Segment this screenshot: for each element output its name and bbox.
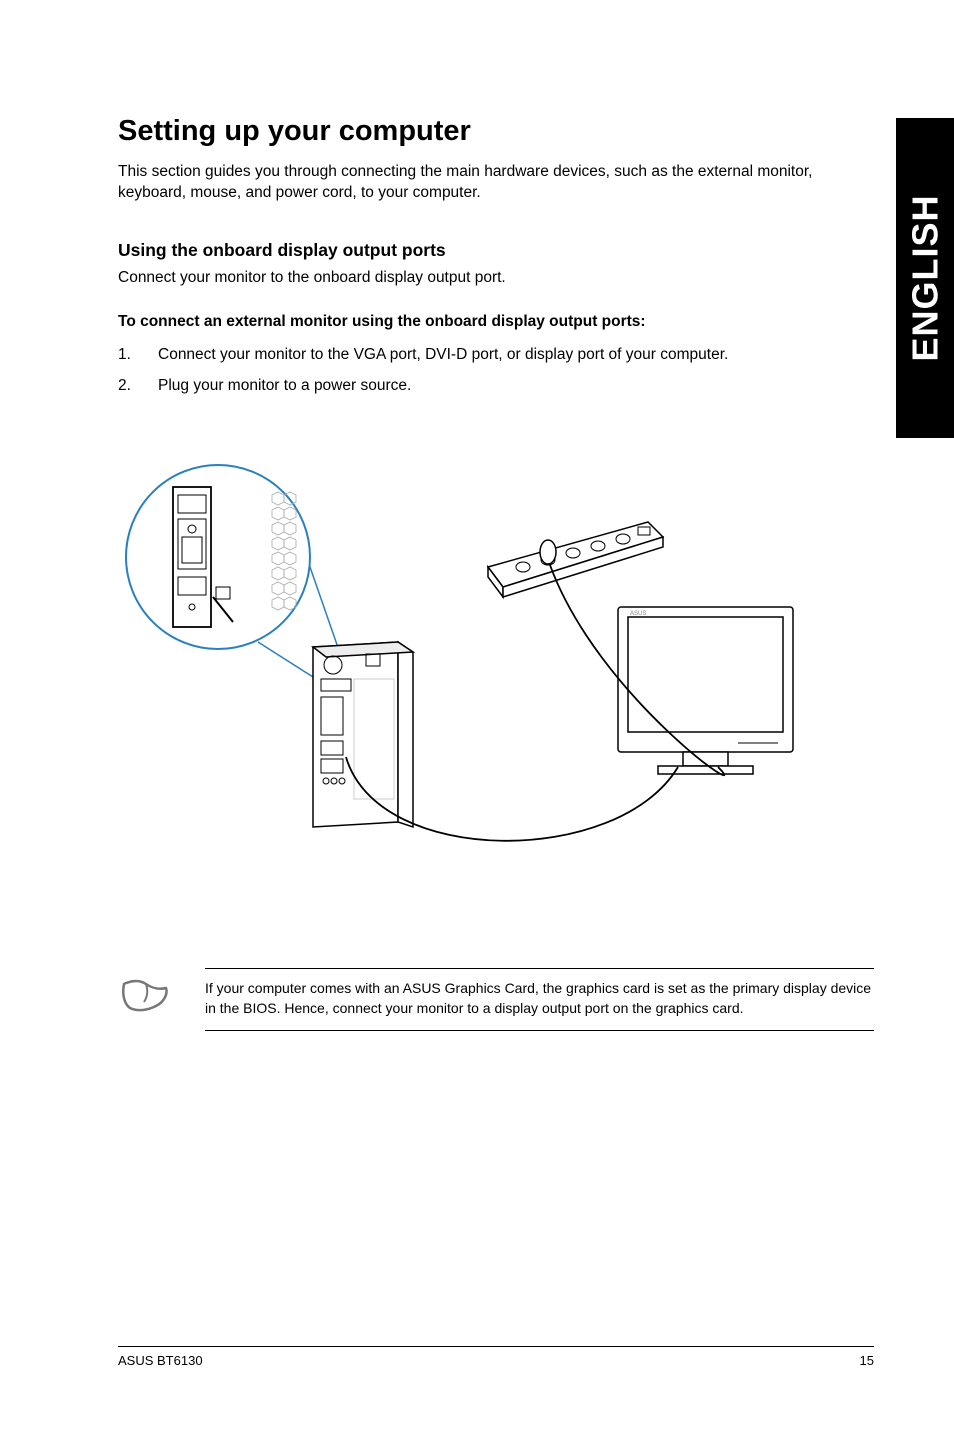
step-item: Plug your monitor to a power source. [118, 376, 874, 397]
section-heading: Using the onboard display output ports [118, 240, 874, 261]
page-footer: ASUS BT6130 15 [118, 1346, 874, 1368]
footer-product: ASUS BT6130 [118, 1353, 203, 1368]
intro-paragraph: This section guides you through connecti… [118, 162, 838, 204]
note-block: If your computer comes with an ASUS Grap… [118, 968, 874, 1031]
procedure-title: To connect an external monitor using the… [118, 313, 874, 331]
procedure-steps: Connect your monitor to the VGA port, DV… [118, 345, 874, 397]
page-title: Setting up your computer [118, 115, 874, 148]
note-text: If your computer comes with an ASUS Grap… [205, 968, 874, 1031]
svg-text:ASUS: ASUS [630, 611, 646, 617]
footer-page-number: 15 [860, 1353, 874, 1368]
connection-diagram: ASUS [118, 447, 798, 867]
step-item: Connect your monitor to the VGA port, DV… [118, 345, 874, 366]
page-content: Setting up your computer This section gu… [0, 0, 954, 1438]
note-hand-icon [118, 974, 173, 1019]
section-subtext: Connect your monitor to the onboard disp… [118, 269, 874, 287]
